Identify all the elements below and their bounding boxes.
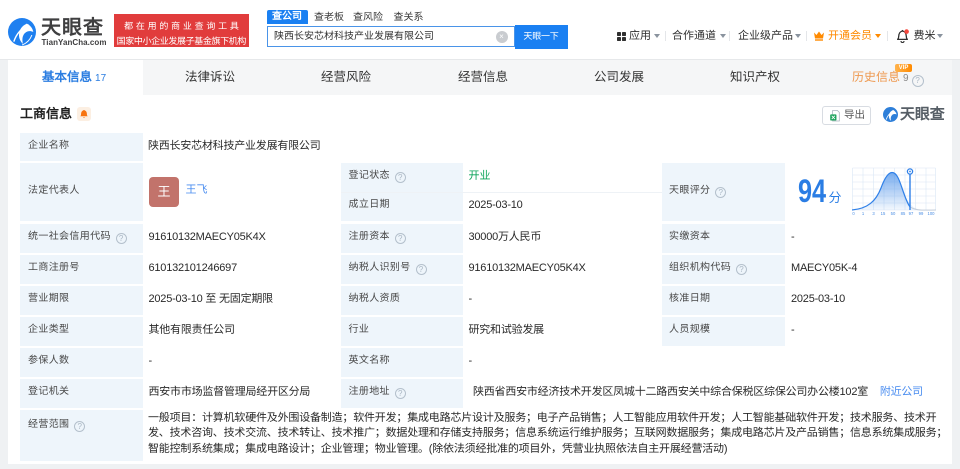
svg-text:99: 99 xyxy=(919,211,924,216)
svg-text:1: 1 xyxy=(862,211,865,216)
svg-text:50: 50 xyxy=(891,211,896,216)
svg-text:85: 85 xyxy=(901,211,906,216)
svg-text:0: 0 xyxy=(852,211,855,216)
svg-text:3: 3 xyxy=(872,211,875,216)
svg-text:97: 97 xyxy=(909,211,914,216)
svg-text:15: 15 xyxy=(881,211,886,216)
svg-text:100: 100 xyxy=(928,211,936,216)
